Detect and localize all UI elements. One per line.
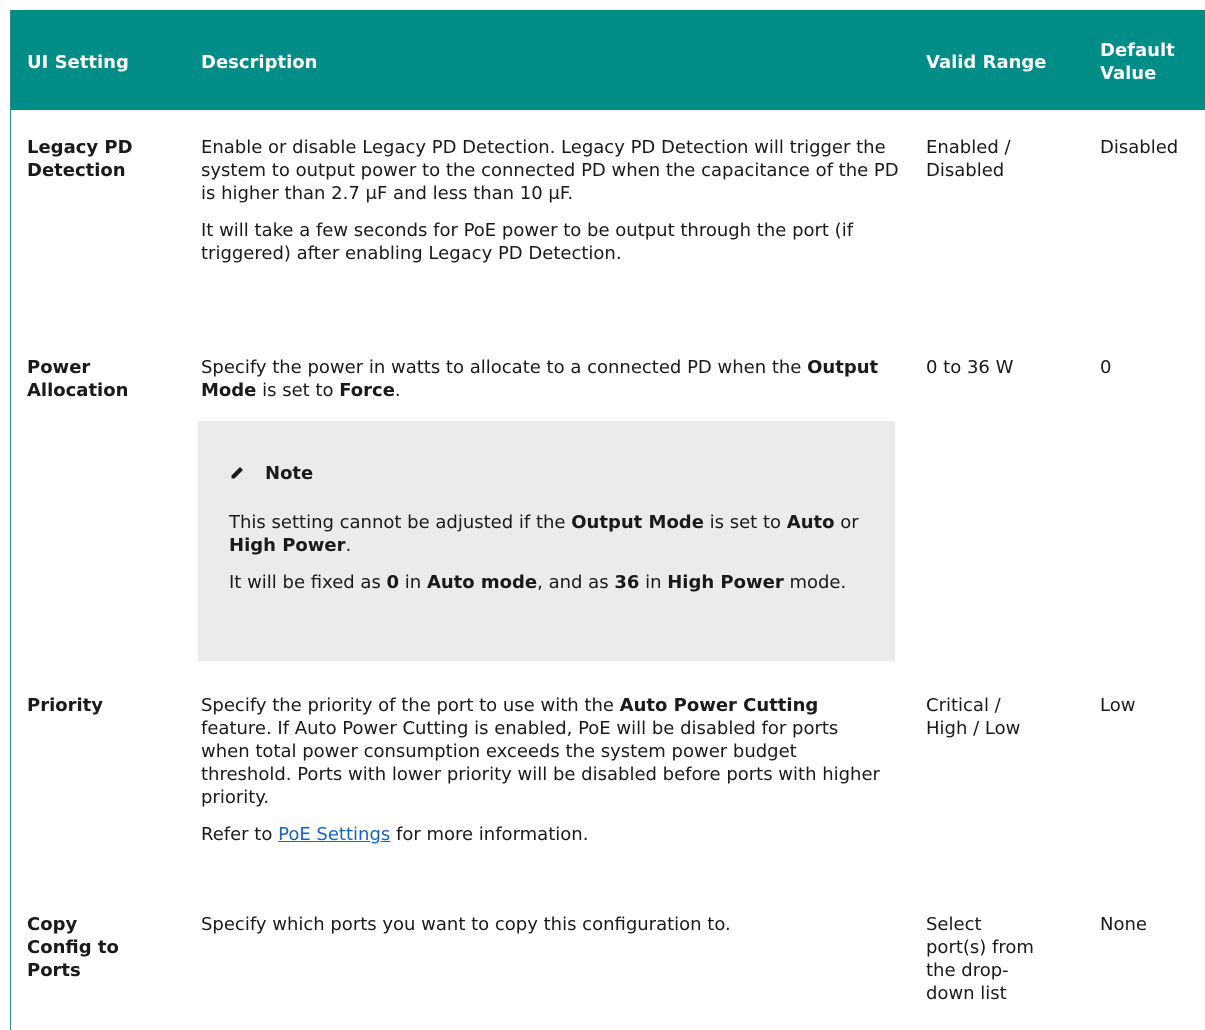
setting-name-legacy-pd-detection: Legacy PD Detection bbox=[27, 137, 133, 181]
valid-range-priority: Critical / High / Low bbox=[926, 695, 1021, 739]
description-copy-config-to-ports: Specify which ports you want to copy thi… bbox=[201, 914, 731, 935]
note-body: This setting cannot be adjusted if the O… bbox=[229, 512, 859, 593]
note-box: Note This setting cannot be adjusted if … bbox=[198, 421, 895, 661]
header-valid-range: Valid Range bbox=[926, 52, 1047, 73]
setting-name-copy-config-to-ports: Copy Config to Ports bbox=[27, 914, 119, 981]
default-value-copy-config-to-ports: None bbox=[1100, 914, 1147, 935]
default-value-power-allocation: 0 bbox=[1100, 357, 1112, 378]
settings-table: UI Setting Description Valid Range Defau… bbox=[10, 10, 1205, 1030]
setting-name-power-allocation: Power Allocation bbox=[27, 357, 129, 401]
description-legacy-pd-detection: Enable or disable Legacy PD Detection. L… bbox=[201, 137, 899, 264]
default-value-priority: Low bbox=[1100, 695, 1136, 716]
poe-settings-link[interactable]: PoE Settings bbox=[278, 824, 390, 845]
valid-range-legacy-pd-detection: Enabled / Disabled bbox=[926, 137, 1011, 181]
valid-range-power-allocation: 0 to 36 W bbox=[926, 357, 1014, 378]
valid-range-copy-config-to-ports: Select port(s) from the drop- down list bbox=[926, 914, 1034, 1004]
header-ui-setting: UI Setting bbox=[27, 52, 129, 73]
header-description: Description bbox=[201, 52, 318, 73]
default-value-legacy-pd-detection: Disabled bbox=[1100, 137, 1179, 158]
table-header: UI Setting Description Valid Range Defau… bbox=[11, 10, 1205, 110]
description-priority: Specify the priority of the port to use … bbox=[201, 695, 880, 845]
header-default-value: Default Value bbox=[1100, 40, 1175, 84]
setting-name-priority: Priority bbox=[27, 695, 103, 716]
pencil-icon bbox=[231, 467, 243, 479]
description-power-allocation: Specify the power in watts to allocate t… bbox=[201, 357, 879, 401]
note-title: Note bbox=[229, 462, 313, 485]
